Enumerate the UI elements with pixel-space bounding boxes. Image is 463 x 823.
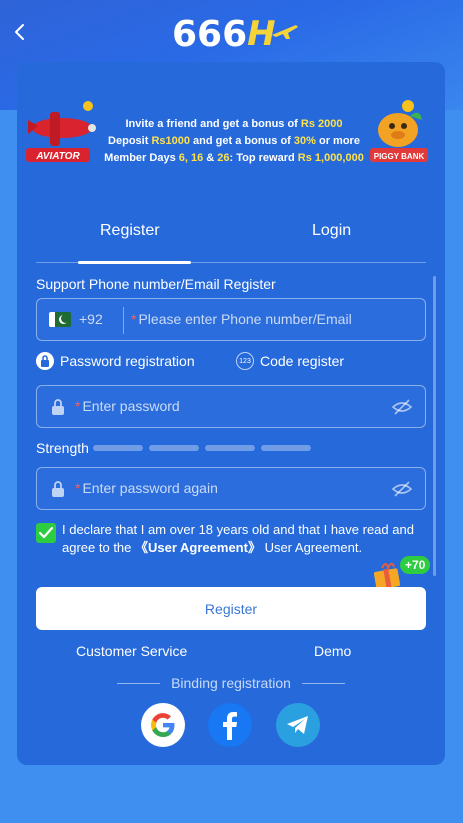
- back-button[interactable]: [8, 20, 32, 44]
- confirm-password-field[interactable]: * Enter password again: [36, 467, 426, 510]
- strength-bar: [93, 445, 143, 451]
- tab-login[interactable]: Login: [312, 222, 351, 240]
- age-declaration: I declare that I am over 18 years old an…: [62, 522, 414, 555]
- country-code[interactable]: +92: [79, 311, 103, 327]
- strength-label: Strength: [36, 440, 89, 456]
- register-method-label: Support Phone number/Email Register: [36, 276, 276, 292]
- password-registration-label: Password registration: [60, 353, 195, 369]
- bonus-badge: +70: [400, 556, 431, 574]
- password-input[interactable]: * Enter password: [75, 398, 180, 414]
- piggy-bank-label: PIGGY BANK: [374, 152, 425, 161]
- code-register-label: Code register: [260, 353, 345, 369]
- auth-tabs: Register Login: [36, 222, 426, 264]
- password-registration-option[interactable]: Password registration: [36, 352, 195, 370]
- promo-line-deposit: Deposit Rs1000 and get a bonus of 30% or…: [108, 135, 360, 147]
- promo-line-invite: Invite a friend and get a bonus of Rs 20…: [125, 118, 343, 130]
- age-agreement-checkbox[interactable]: [36, 523, 56, 543]
- piggy-bank-game-icon: PIGGY BANK: [370, 100, 428, 162]
- lock-icon: [52, 481, 64, 497]
- aviator-game-icon: AVIATOR: [26, 101, 96, 162]
- active-tab-indicator: [78, 261, 191, 264]
- plane-icon: [271, 25, 298, 39]
- demo-link[interactable]: Demo: [314, 643, 351, 659]
- form-scrollbar[interactable]: [433, 276, 436, 576]
- code-register-option[interactable]: 123 Code register: [236, 352, 344, 370]
- strength-bar: [205, 445, 255, 451]
- strength-bar: [261, 445, 311, 451]
- phone-email-field[interactable]: +92 * Please enter Phone number/Email: [36, 298, 426, 341]
- phone-email-input[interactable]: * Please enter Phone number/Email: [131, 311, 352, 327]
- checkmark-icon: [39, 527, 53, 539]
- divider-line: [302, 683, 345, 684]
- tab-register[interactable]: Register: [100, 222, 160, 240]
- lock-icon: [36, 352, 54, 370]
- confirm-password-input[interactable]: * Enter password again: [75, 480, 218, 496]
- eye-off-icon[interactable]: [391, 397, 413, 417]
- strength-bar: [149, 445, 199, 451]
- numeric-code-icon: 123: [236, 352, 254, 370]
- lock-icon: [52, 399, 64, 415]
- password-field[interactable]: * Enter password: [36, 385, 426, 428]
- brand-logo: 666 H: [172, 12, 300, 56]
- pakistan-flag-icon[interactable]: [49, 312, 71, 327]
- field-divider: [123, 307, 124, 334]
- promo-line-member-days: Member Days 6, 16 & 26: Top reward Rs 1,…: [104, 152, 364, 164]
- google-icon: [151, 713, 175, 737]
- promo-text: Invite a friend and get a bonus of Rs 20…: [96, 116, 372, 167]
- binding-registration: Binding registration: [117, 675, 345, 691]
- facebook-icon: [223, 712, 237, 740]
- customer-service-link[interactable]: Customer Service: [76, 643, 187, 659]
- telegram-icon: [287, 716, 308, 734]
- user-agreement-link[interactable]: 《User Agreement》: [135, 540, 261, 555]
- facebook-login-button[interactable]: [208, 703, 252, 747]
- aviator-label: AVIATOR: [35, 151, 80, 162]
- register-mode-options: Password registration 123 Code register: [36, 352, 426, 374]
- google-login-button[interactable]: [141, 703, 185, 747]
- telegram-login-button[interactable]: [276, 703, 320, 747]
- eye-off-icon[interactable]: [391, 479, 413, 499]
- chevron-left-icon: [15, 24, 24, 40]
- logo-digits: 666: [172, 13, 248, 55]
- register-button[interactable]: Register: [36, 587, 426, 630]
